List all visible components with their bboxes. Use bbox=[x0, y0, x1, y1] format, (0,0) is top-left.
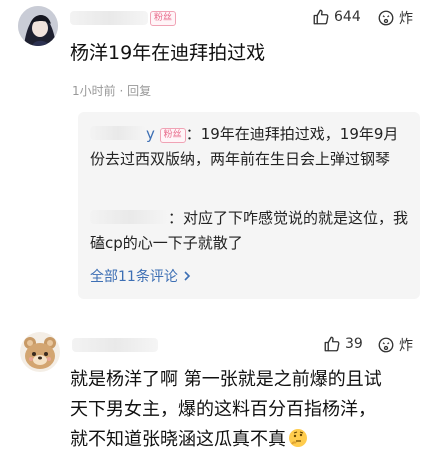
reply-box: y 粉丝 ：19年在迪拜拍过戏，19年9月份去过西双版纳，两年前在生日会上弹过钢琴… bbox=[78, 112, 420, 299]
reply-fan-badge: 粉丝 bbox=[159, 128, 186, 143]
reply-username[interactable]: y bbox=[146, 125, 155, 143]
comment-time: 1小时前 bbox=[72, 84, 116, 98]
like-button[interactable]: 644 bbox=[312, 8, 361, 26]
avatar[interactable] bbox=[18, 6, 58, 46]
reply-username-obscured[interactable] bbox=[90, 126, 146, 140]
shock-label: 炸 bbox=[399, 11, 413, 27]
comment-text: 杨洋19年在迪拜拍过戏 bbox=[70, 42, 266, 64]
shock-button[interactable]: 炸 bbox=[377, 8, 413, 28]
bear-avatar-image bbox=[20, 332, 60, 372]
reply-link[interactable]: 回复 bbox=[127, 84, 151, 98]
meta-separator: · bbox=[119, 84, 128, 98]
comment-text-content: 就是杨洋了啊 第一张就是之前爆的且试天下男女主，爆的这料百分百指杨洋，就不知道张… bbox=[70, 369, 382, 450]
reply-username-obscured[interactable] bbox=[90, 210, 168, 224]
view-all-label: 全部11条评论 bbox=[90, 269, 178, 285]
avatar[interactable] bbox=[20, 332, 60, 372]
reply-item[interactable]: y 粉丝 ：19年在迪拜拍过戏，19年9月份去过西双版纳，两年前在生日会上弹过钢琴 bbox=[90, 122, 412, 172]
comment-meta: 1小时前 · 回复 bbox=[72, 82, 151, 99]
thinking-emoji-icon bbox=[289, 429, 307, 447]
like-count: 39 bbox=[345, 336, 363, 352]
thumbs-up-icon bbox=[324, 336, 340, 352]
chevron-right-icon bbox=[184, 271, 190, 281]
like-count: 644 bbox=[334, 9, 361, 25]
avatar-image bbox=[18, 6, 58, 46]
fan-badge: 粉丝 bbox=[150, 11, 177, 26]
reply-item[interactable]: ：对应了下咋感觉说的就是这位，我磕cp的心一下子就散了 bbox=[90, 206, 412, 256]
shock-label: 炸 bbox=[399, 338, 413, 354]
username-obscured[interactable] bbox=[70, 11, 148, 25]
like-button[interactable]: 39 bbox=[323, 335, 363, 353]
thumbs-up-icon bbox=[313, 9, 329, 25]
comment-text: 就是杨洋了啊 第一张就是之前爆的且试天下男女主，爆的这料百分百指杨洋，就不知道张… bbox=[70, 365, 390, 455]
shock-button[interactable]: 炸 bbox=[377, 335, 413, 355]
shock-icon bbox=[378, 10, 394, 26]
shock-icon bbox=[378, 337, 394, 353]
username-obscured[interactable] bbox=[72, 338, 158, 352]
view-all-replies-link[interactable]: 全部11条评论 bbox=[90, 266, 192, 286]
